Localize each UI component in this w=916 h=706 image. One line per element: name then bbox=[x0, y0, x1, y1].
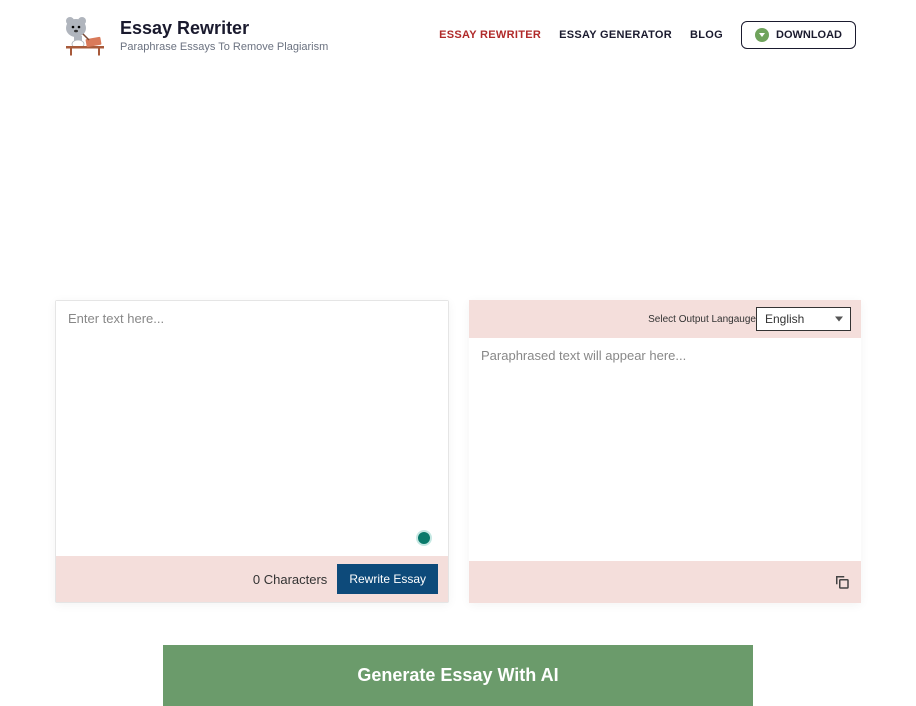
tagline: Paraphrase Essays To Remove Plagiarism bbox=[120, 41, 328, 53]
output-area-wrap bbox=[469, 338, 861, 561]
output-footer bbox=[469, 561, 861, 603]
nav-blog[interactable]: BLOG bbox=[690, 29, 723, 41]
app-title: Essay Rewriter bbox=[120, 18, 328, 39]
language-bar: Select Output Langauge English bbox=[469, 300, 861, 338]
title-area: Essay Rewriter Paraphrase Essays To Remo… bbox=[120, 18, 328, 53]
language-select[interactable]: English bbox=[756, 307, 851, 331]
download-button[interactable]: DOWNLOAD bbox=[741, 21, 856, 49]
copy-icon[interactable] bbox=[833, 573, 851, 591]
generate-essay-button[interactable]: Generate Essay With AI bbox=[163, 645, 753, 706]
language-select-wrap: English bbox=[756, 307, 851, 331]
mascot-icon bbox=[60, 14, 110, 56]
input-area-wrap bbox=[56, 301, 448, 556]
output-panel: Select Output Langauge English bbox=[469, 300, 861, 603]
rewrite-button[interactable]: Rewrite Essay bbox=[337, 564, 438, 594]
download-label: DOWNLOAD bbox=[776, 29, 842, 41]
language-label: Select Output Langauge bbox=[648, 314, 756, 325]
input-panel: 0 Characters Rewrite Essay bbox=[55, 300, 449, 603]
workspace: 0 Characters Rewrite Essay Select Output… bbox=[0, 300, 916, 603]
char-count: 0 Characters bbox=[253, 572, 327, 587]
header: Essay Rewriter Paraphrase Essays To Remo… bbox=[0, 0, 916, 70]
output-textarea[interactable] bbox=[469, 338, 861, 556]
loading-indicator-icon bbox=[416, 530, 432, 546]
nav: ESSAY REWRITER ESSAY GENERATOR BLOG DOWN… bbox=[439, 21, 856, 49]
download-arrow-icon bbox=[755, 28, 769, 42]
nav-essay-rewriter[interactable]: ESSAY REWRITER bbox=[439, 29, 541, 41]
logo-area: Essay Rewriter Paraphrase Essays To Remo… bbox=[60, 14, 328, 56]
input-footer: 0 Characters Rewrite Essay bbox=[56, 556, 448, 602]
input-textarea[interactable] bbox=[56, 301, 448, 499]
nav-essay-generator[interactable]: ESSAY GENERATOR bbox=[559, 29, 672, 41]
